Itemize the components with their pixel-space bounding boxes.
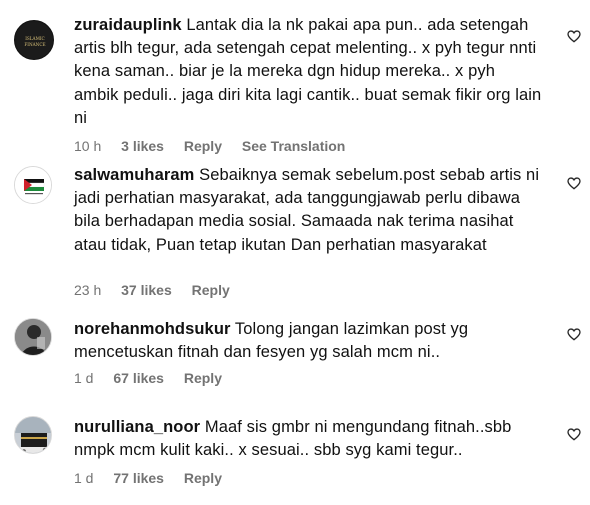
reply-button[interactable]: Reply	[184, 470, 222, 486]
comment-username[interactable]: norehanmohdsukur	[74, 320, 231, 338]
heart-outline-icon[interactable]	[566, 28, 582, 44]
comment-meta: 23 h 37 likes Reply	[74, 282, 246, 298]
comment-body: salwamuharam Sebaiknya semak sebelum.pos…	[74, 164, 544, 257]
avatar[interactable]	[14, 318, 52, 356]
heart-outline-icon[interactable]	[566, 426, 582, 442]
comment-likes[interactable]: 77 likes	[113, 470, 164, 486]
profile-photo-image	[15, 319, 51, 355]
comment-body: norehanmohdsukur Tolong jangan lazimkan …	[74, 318, 544, 364]
islamic-finance-logo: ISLAMIC FINANCE	[16, 22, 53, 59]
comment-username[interactable]: zuraidauplink	[74, 16, 182, 34]
comment-time[interactable]: 10 h	[74, 138, 101, 154]
comment-time[interactable]: 1 d	[74, 370, 93, 386]
avatar[interactable]	[14, 166, 52, 204]
comment-meta: 1 d 77 likes Reply	[74, 470, 238, 486]
avatar[interactable]	[14, 416, 52, 454]
comment-likes[interactable]: 3 likes	[121, 138, 164, 154]
comment-likes[interactable]: 67 likes	[113, 370, 164, 386]
avatar[interactable]: ISLAMIC FINANCE	[14, 20, 54, 60]
comment-time[interactable]: 1 d	[74, 470, 93, 486]
logo-text-bottom: FINANCE	[24, 42, 45, 47]
comment-meta: 10 h 3 likes Reply See Translation	[74, 138, 361, 154]
heart-outline-icon[interactable]	[566, 326, 582, 342]
flag-avatar-image	[15, 167, 51, 203]
comment-likes[interactable]: 37 likes	[121, 282, 172, 298]
logo-text-top: ISLAMIC	[25, 36, 44, 41]
heart-outline-icon[interactable]	[566, 175, 582, 191]
comment-body: nurulliana_noor Maaf sis gmbr ni mengund…	[74, 416, 544, 462]
reply-button[interactable]: Reply	[184, 370, 222, 386]
comment-time[interactable]: 23 h	[74, 282, 101, 298]
comment-username[interactable]: nurulliana_noor	[74, 418, 200, 436]
comment-body: zuraidauplink Lantak dia la nk pakai apa…	[74, 14, 544, 130]
comment-meta: 1 d 67 likes Reply	[74, 370, 238, 386]
reply-button[interactable]: Reply	[192, 282, 230, 298]
profile-photo-image	[15, 417, 51, 453]
reply-button[interactable]: Reply	[184, 138, 222, 154]
see-translation-button[interactable]: See Translation	[242, 138, 345, 154]
comment-username[interactable]: salwamuharam	[74, 166, 194, 184]
